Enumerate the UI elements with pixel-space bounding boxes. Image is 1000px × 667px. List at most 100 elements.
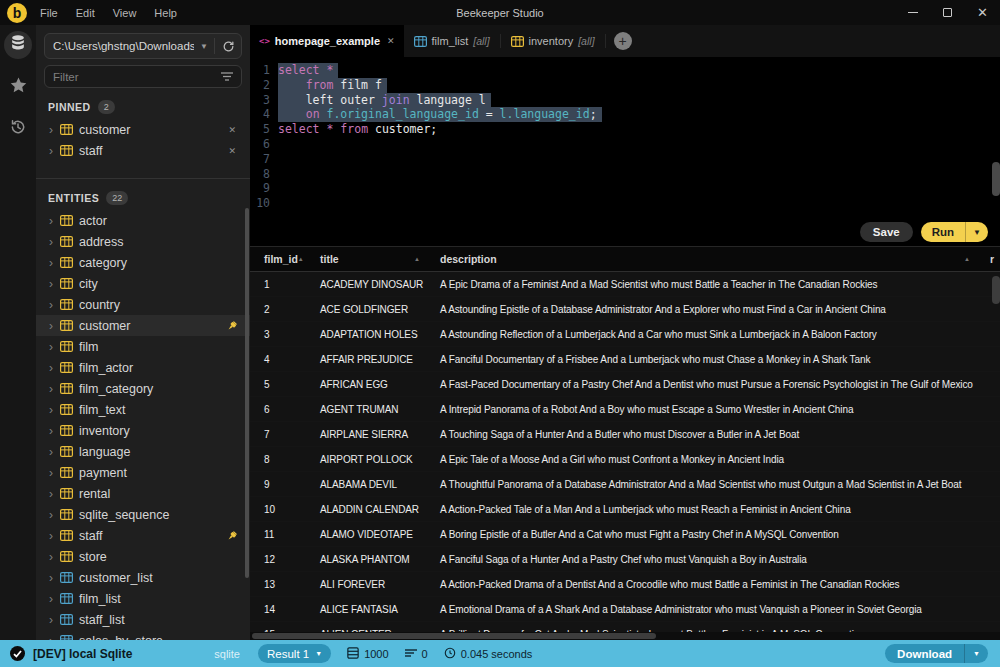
line-number: 9 <box>250 181 274 196</box>
line-number: 1 <box>250 63 274 78</box>
cell-film-id: 5 <box>250 372 306 396</box>
table-row[interactable]: 2ACE GOLDFINGERA Astounding Epistle of a… <box>250 297 1000 322</box>
chevron-right-icon: › <box>49 614 60 626</box>
line-number: 6 <box>250 137 274 152</box>
entity-item-film_text[interactable]: ›film_text <box>36 399 250 420</box>
entity-item-film_list[interactable]: ›film_list <box>36 588 250 609</box>
table-row[interactable]: 13ALI FOREVERA Action-Packed Drama of a … <box>250 572 1000 597</box>
unpin-icon[interactable]: ✕ <box>228 146 236 156</box>
entity-item-store[interactable]: ›store <box>36 546 250 567</box>
minimize-button[interactable] <box>895 0 930 25</box>
cell-title: AFFAIR PREJUDICE <box>306 347 426 371</box>
table-row[interactable]: 9ALABAMA DEVILA Thoughtful Panorama of a… <box>250 472 1000 497</box>
entity-item-country[interactable]: ›country <box>36 294 250 315</box>
table-row[interactable]: 7AIRPLANE SIERRAA Touching Saga of a Hun… <box>250 422 1000 447</box>
entity-item-staff_list[interactable]: ›staff_list <box>36 609 250 630</box>
editor-scrollbar[interactable] <box>992 162 1000 196</box>
run-options-caret[interactable]: ▼ <box>966 228 988 237</box>
entity-item-customer_list[interactable]: ›customer_list <box>36 567 250 588</box>
tab-inventory[interactable]: inventory[all] <box>501 25 605 57</box>
history-nav-button[interactable] <box>4 115 32 143</box>
entity-item-address[interactable]: ›address <box>36 231 250 252</box>
code-line: select * <box>278 63 1000 78</box>
results-horizontal-scrollbar[interactable] <box>250 632 1000 640</box>
menu-help[interactable]: Help <box>145 7 186 19</box>
column-header-r[interactable]: r <box>976 247 1000 271</box>
maximize-button[interactable] <box>930 0 965 25</box>
sql-editor[interactable]: 12345678910 select * from film f left ou… <box>250 57 1000 218</box>
tab-bar: <>homepage_example✕film_list[all]invento… <box>250 25 1000 57</box>
menu-file[interactable]: File <box>31 7 67 19</box>
close-tab-icon[interactable]: ✕ <box>387 36 395 46</box>
tab-homepage_example[interactable]: <>homepage_example✕ <box>250 25 404 57</box>
table-row[interactable]: 1ACADEMY DINOSAURA Epic Drama of a Femin… <box>250 272 1000 297</box>
tab-film_list[interactable]: film_list[all] <box>404 25 500 57</box>
pinned-item-staff[interactable]: ›staff✕ <box>36 140 250 161</box>
table-row[interactable]: 6AGENT TRUMANA Intrepid Panorama of a Ro… <box>250 397 1000 422</box>
sort-icon[interactable]: ▲ <box>298 256 304 262</box>
run-button[interactable]: Run ▼ <box>921 222 988 242</box>
pinned-label: PINNED <box>48 101 91 113</box>
horizontal-scroll-thumb[interactable] <box>252 633 656 639</box>
sort-icon[interactable]: ▲ <box>414 256 420 262</box>
entity-item-sales_by_store[interactable]: ›sales_by_store <box>36 630 250 640</box>
cell-title: AFRICAN EGG <box>306 372 426 396</box>
chevron-right-icon: › <box>49 551 60 563</box>
filter-icon[interactable] <box>213 72 241 82</box>
table-row[interactable]: 5AFRICAN EGGA Fast-Paced Documentary of … <box>250 372 1000 397</box>
download-options-caret[interactable]: ▼ <box>965 650 988 657</box>
entity-item-category[interactable]: ›category <box>36 252 250 273</box>
sidebar-scrollbar[interactable] <box>245 208 249 578</box>
entity-item-sqlite_sequence[interactable]: ›sqlite_sequence <box>36 504 250 525</box>
entity-item-rental[interactable]: ›rental <box>36 483 250 504</box>
menu-edit[interactable]: Edit <box>67 7 104 19</box>
sort-icon[interactable]: ▲ <box>964 256 970 262</box>
table-row[interactable]: 14ALICE FANTASIAA Emotional Drama of a A… <box>250 597 1000 622</box>
close-button[interactable]: ✕ <box>965 0 1000 25</box>
table-row[interactable]: 12ALASKA PHANTOMA Fanciful Saga of a Hun… <box>250 547 1000 572</box>
download-button[interactable]: Download ▼ <box>885 644 988 663</box>
entities-section-header: ENTITIES 22 <box>36 191 250 205</box>
entity-item-label: film_actor <box>79 361 133 375</box>
table-row[interactable]: 8AIRPORT POLLOCKA Epic Tale of a Moose A… <box>250 447 1000 472</box>
table-row[interactable]: 11ALAMO VIDEOTAPEA Boring Epistle of a B… <box>250 522 1000 547</box>
result-selector[interactable]: Result 1 ▼ <box>258 644 331 663</box>
entity-item-inventory[interactable]: ›inventory <box>36 420 250 441</box>
entity-item-customer[interactable]: ›customer <box>36 315 250 336</box>
results-vertical-scrollbar[interactable] <box>992 276 1000 304</box>
entity-item-film[interactable]: ›film <box>36 336 250 357</box>
menu-view[interactable]: View <box>104 7 146 19</box>
pin-icon[interactable] <box>226 320 238 332</box>
chevron-right-icon: › <box>49 425 60 437</box>
clock-icon <box>444 647 456 661</box>
refresh-button[interactable] <box>215 40 241 53</box>
table-row[interactable]: 3ADAPTATION HOLESA Astounding Reflection… <box>250 322 1000 347</box>
table-row[interactable]: 4AFFAIR PREJUDICEA Fanciful Documentary … <box>250 347 1000 372</box>
code-line: left outer join language l <box>278 93 1000 108</box>
entity-item-language[interactable]: ›language <box>36 441 250 462</box>
entity-item-city[interactable]: ›city <box>36 273 250 294</box>
chevron-right-icon: › <box>49 215 60 227</box>
entity-item-staff[interactable]: ›staff <box>36 525 250 546</box>
entity-item-film_actor[interactable]: ›film_actor <box>36 357 250 378</box>
table-row[interactable]: 10ALADDIN CALENDARA Action-Packed Tale o… <box>250 497 1000 522</box>
table-icon <box>60 341 79 352</box>
cell-description: A Action-Packed Tale of a Man And a Lumb… <box>426 497 976 521</box>
unpin-icon[interactable]: ✕ <box>228 125 236 135</box>
entity-item-film_category[interactable]: ›film_category <box>36 378 250 399</box>
cell-title: ALICE FANTASIA <box>306 597 426 621</box>
connection-dropdown[interactable]: C:\Users\ghstng\Downloads ▼ <box>44 33 242 59</box>
column-header-description[interactable]: description▲ <box>426 247 976 271</box>
pinned-item-customer[interactable]: ›customer✕ <box>36 119 250 140</box>
favorites-nav-button[interactable] <box>4 73 32 101</box>
save-button[interactable]: Save <box>860 222 913 242</box>
pin-icon[interactable] <box>226 530 238 542</box>
dialect-label: sqlite <box>214 648 240 660</box>
database-nav-button[interactable] <box>4 31 32 59</box>
column-header-title[interactable]: title▲ <box>306 247 426 271</box>
column-header-film_id[interactable]: film_id▲ <box>250 247 306 271</box>
entity-item-actor[interactable]: ›actor <box>36 210 250 231</box>
entity-item-payment[interactable]: ›payment <box>36 462 250 483</box>
new-tab-button[interactable]: + <box>614 32 632 50</box>
filter-input[interactable] <box>45 71 213 83</box>
